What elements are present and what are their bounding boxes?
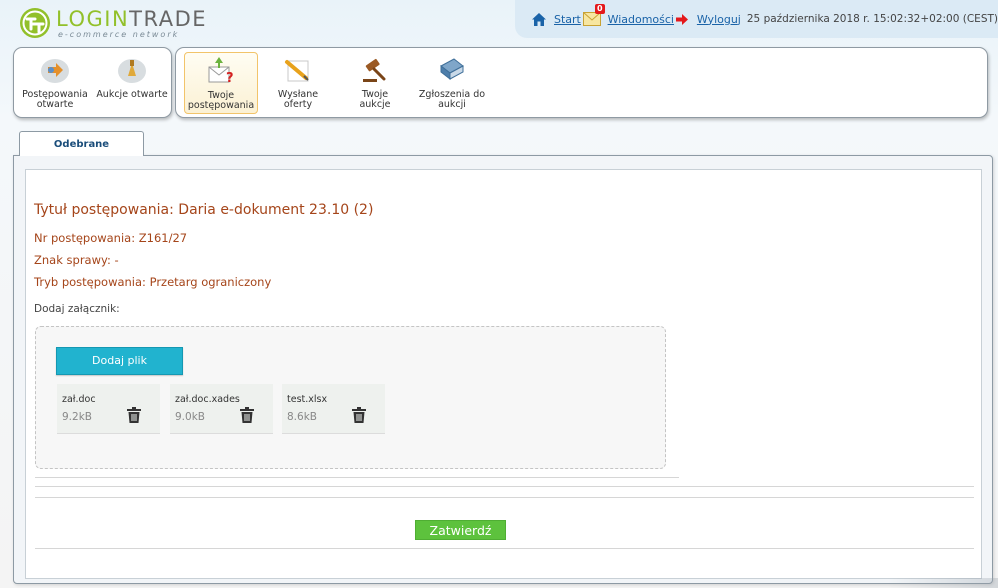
brand-tagline: e-commerce network [58,30,180,39]
file-card: zał.doc 9.2kB [57,384,160,434]
logo[interactable]: LOGINTRADE e-commerce network [19,7,207,39]
scroll-shadow [888,578,998,588]
toolbar-item-open-tenders[interactable]: Postępowania otwarte [18,52,92,114]
file-name: zał.doc.xades [175,394,240,405]
logintrade-logo-icon [20,8,50,38]
tender-number: Nr postępowania: Z161/27 [34,231,188,245]
divider [35,477,679,478]
toolbar-label: otwarte [36,99,74,110]
sent-offers-icon [285,60,309,82]
top-bar: Start 0 Wiadomości Wyloguj 25 październi… [515,0,998,38]
current-datetime: 25 października 2018 r. 15:02:32+02:00 (… [746,13,998,25]
tab-received[interactable]: Odebrane [19,131,144,156]
tender-title: Tytuł postępowania: Daria e-dokument 23.… [34,202,374,218]
envelope-icon[interactable]: 0 [582,4,605,26]
submit-button[interactable]: Zatwierdź [415,520,506,540]
messages-link[interactable]: Wiadomości [608,13,674,26]
messages-count-badge: 0 [594,4,605,14]
toolbar-public: Postępowania otwarte Aukcje otwarte [13,47,172,118]
file-size: 9.2kB [62,411,92,423]
toolbar-label: Aukcje otwarte [96,89,168,100]
my-tenders-icon: ? [208,57,234,86]
toolbar-item-my-tenders[interactable]: ? Twoje postępowania [184,52,258,114]
toolbar-label: aukcji [438,99,466,110]
case-mark: Znak sprawy: - [34,253,119,267]
home-icon[interactable] [532,12,546,26]
divider [35,497,974,498]
file-size: 8.6kB [287,411,317,423]
tender-mode: Tryb postępowania: Przetarg ograniczony [34,275,272,289]
trash-icon[interactable] [352,407,366,423]
svg-text:?: ? [226,71,234,86]
file-card: test.xlsx 8.6kB [282,384,385,434]
attachment-label: Dodaj załącznik: [34,303,120,315]
book-icon [440,58,464,81]
toolbar-item-open-auctions[interactable]: Aukcje otwarte [95,52,169,114]
toolbar-item-auction-applications[interactable]: Zgłoszenia do aukcji [415,52,489,114]
logout-arrow-icon[interactable] [675,13,688,25]
toolbar-user: ? Twoje postępowania Wysłane oferty Twoj… [175,47,988,118]
start-link[interactable]: Start [554,13,581,26]
file-name: zał.doc [62,394,96,405]
trash-icon[interactable] [127,407,141,423]
file-name: test.xlsx [287,394,328,405]
file-size: 9.0kB [175,411,205,423]
divider [35,486,974,487]
tenders-open-icon [41,59,69,83]
add-file-button[interactable]: Dodaj plik [56,347,183,375]
toolbar-label: aukcje [359,99,391,110]
toolbar-label: postępowania [187,100,255,111]
divider [35,548,974,549]
file-card: zał.doc.xades 9.0kB [170,384,273,434]
logout-link[interactable]: Wyloguj [697,13,741,26]
trash-icon[interactable] [240,407,254,423]
toolbar-item-sent-offers[interactable]: Wysłane oferty [261,52,335,114]
toolbar-item-my-auctions[interactable]: Twoje aukcje [338,52,412,114]
gavel-icon [363,58,386,82]
auctions-open-icon [118,59,146,83]
toolbar-label: oferty [283,99,313,110]
brand-name: LOGINTRADE [56,7,208,31]
